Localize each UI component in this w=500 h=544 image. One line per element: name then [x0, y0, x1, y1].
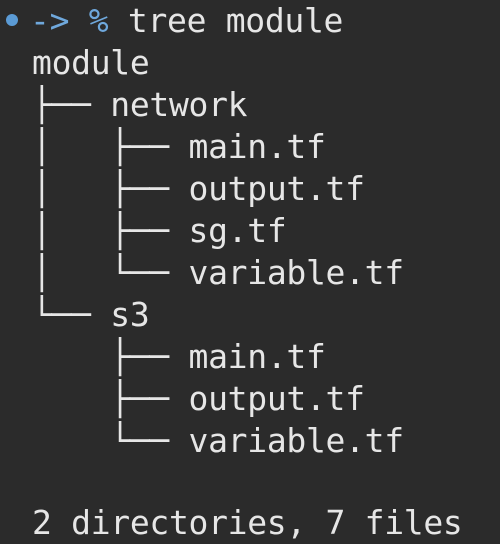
tree-line: └── s3: [32, 294, 150, 336]
tree-line: ├── main.tf: [32, 336, 326, 378]
prompt-arrow: ->: [30, 1, 70, 40]
command-text: tree module: [127, 1, 344, 40]
tree-line: └── variable.tf: [32, 420, 404, 462]
terminal-window[interactable]: -> % tree module module ├── network │ ├─…: [0, 0, 500, 544]
tree-summary: 2 directories, 7 files: [32, 503, 463, 542]
tree-branch: │ ├──: [32, 211, 189, 250]
tree-branch: │ ├──: [32, 169, 189, 208]
directory-entry: network: [110, 85, 248, 124]
tree-line: │ ├── sg.tf: [32, 210, 287, 252]
tree-branch: └──: [32, 295, 111, 334]
tree-branch: │ └──: [32, 253, 189, 292]
tree-branch: ├──: [32, 85, 111, 124]
file-entry: variable.tf: [188, 253, 405, 292]
file-entry: output.tf: [188, 169, 365, 208]
tree-branch: └──: [32, 421, 189, 460]
tree-line: ├── network: [32, 84, 248, 126]
file-entry: main.tf: [188, 337, 326, 376]
tree-line: │ └── variable.tf: [32, 252, 404, 294]
directory-entry: s3: [110, 295, 150, 334]
tree-line: │ ├── output.tf: [32, 168, 365, 210]
prompt-line: -> % tree module: [30, 0, 343, 42]
tree-branch: ├──: [32, 379, 189, 418]
prompt-symbol: %: [88, 1, 109, 40]
file-entry: variable.tf: [188, 421, 405, 460]
file-entry: main.tf: [188, 127, 326, 166]
prompt-status-dot-icon: [6, 14, 18, 26]
tree-line: │ ├── main.tf: [32, 126, 326, 168]
tree-root: module: [32, 43, 150, 82]
tree-line: ├── output.tf: [32, 378, 365, 420]
tree-branch: │ ├──: [32, 127, 189, 166]
tree-branch: ├──: [32, 337, 189, 376]
file-entry: sg.tf: [188, 211, 287, 250]
file-entry: output.tf: [188, 379, 365, 418]
